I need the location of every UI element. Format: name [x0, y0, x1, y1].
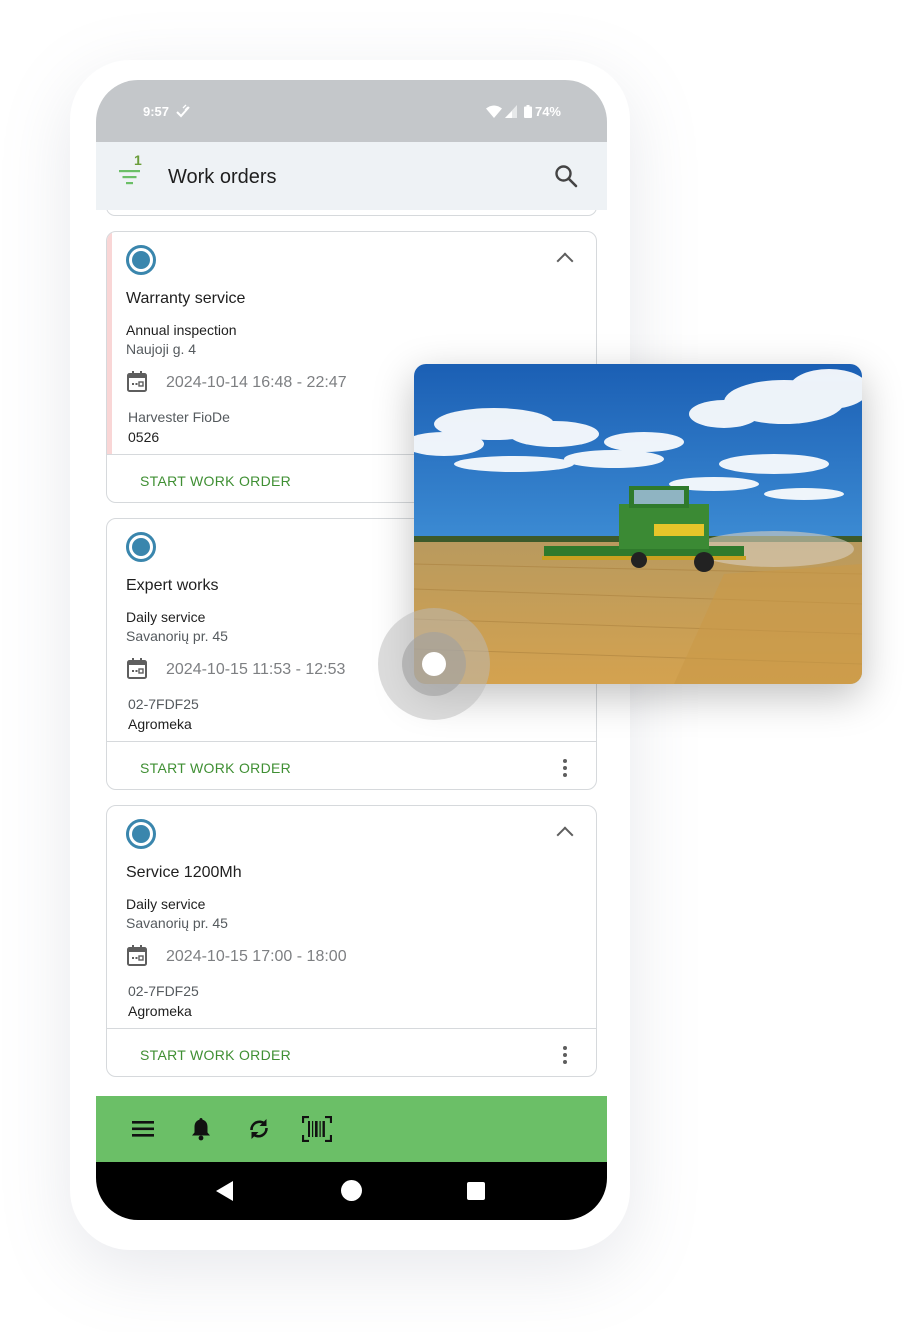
work-order-card[interactable]: Service 1200Mh Daily service Savanorių p… [106, 805, 597, 1077]
more-vert-icon[interactable] [559, 1046, 571, 1066]
work-order-datetime: 2024-10-15 11:53 - 12:53 [166, 661, 346, 678]
filter-count-badge: 1 [134, 152, 142, 168]
search-icon[interactable] [553, 163, 579, 189]
work-order-type: Daily service [126, 609, 206, 625]
work-order-machine: 02-7FDF25 [128, 983, 199, 999]
filter-icon[interactable] [114, 152, 148, 186]
previous-card-edge [106, 210, 597, 216]
work-order-type: Daily service [126, 896, 206, 912]
work-order-serial: Agromeka [128, 716, 192, 732]
calendar-icon [127, 658, 147, 679]
battery-icon [523, 105, 532, 118]
work-order-machine: 02-7FDF25 [128, 696, 199, 712]
sync-icon[interactable] [246, 1116, 272, 1142]
work-order-address: Savanorių pr. 45 [126, 628, 228, 644]
battery-level: 74% [534, 104, 561, 119]
work-order-datetime: 2024-10-15 17:00 - 18:00 [166, 948, 347, 965]
recents-button[interactable] [467, 1182, 485, 1200]
menu-icon[interactable] [131, 1116, 157, 1142]
work-order-serial: Agromeka [128, 1003, 192, 1019]
more-vert-icon[interactable] [559, 759, 571, 779]
chevron-up-icon[interactable] [556, 826, 574, 844]
work-order-title: Warranty service [126, 290, 246, 307]
home-button[interactable] [341, 1180, 362, 1201]
signal-icon [504, 105, 517, 118]
status-circle-icon [126, 245, 156, 275]
work-order-machine: Harvester FioDe [128, 409, 230, 425]
start-work-order-button[interactable]: START WORK ORDER [140, 1047, 291, 1063]
wifi-icon [485, 105, 502, 118]
status-bar: 9:57 74% [96, 80, 607, 142]
barcode-icon[interactable] [302, 1116, 332, 1142]
work-order-address: Naujoji g. 4 [126, 341, 197, 357]
start-work-order-button[interactable]: START WORK ORDER [140, 473, 291, 489]
work-order-address: Savanorių pr. 45 [126, 915, 228, 931]
back-button[interactable] [216, 1181, 233, 1201]
bottom-toolbar [96, 1096, 607, 1162]
work-order-type: Annual inspection [126, 322, 237, 338]
system-nav-bar [96, 1162, 607, 1220]
work-order-title: Expert works [126, 577, 219, 594]
bell-icon[interactable] [188, 1116, 214, 1142]
app-bar: 1 Work orders [96, 142, 607, 210]
card-accent-bar [107, 232, 112, 454]
calendar-icon [127, 945, 147, 966]
chevron-up-icon[interactable] [556, 252, 574, 270]
touch-indicator-dot [422, 652, 446, 676]
calendar-icon [127, 371, 147, 392]
page-title: Work orders [168, 166, 277, 188]
card-divider [107, 1028, 596, 1029]
status-time: 9:57 [143, 104, 170, 119]
start-work-order-button[interactable]: START WORK ORDER [140, 760, 291, 776]
notification-icon [176, 104, 190, 118]
status-circle-icon [126, 819, 156, 849]
work-order-datetime: 2024-10-14 16:48 - 22:47 [166, 374, 347, 391]
work-order-serial: 0526 [128, 429, 160, 445]
work-order-title: Service 1200Mh [126, 864, 242, 881]
status-circle-icon [126, 532, 156, 562]
card-divider [107, 741, 596, 742]
